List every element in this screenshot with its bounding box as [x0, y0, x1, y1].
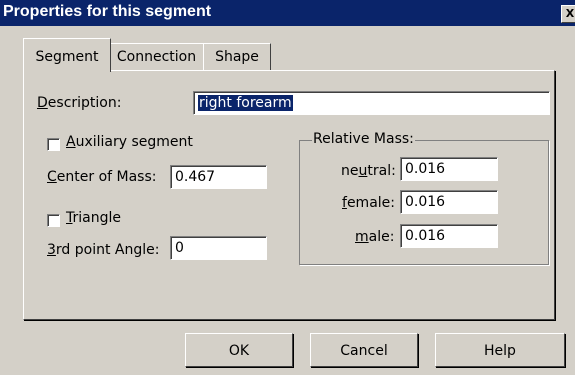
description-value: right forearm	[198, 95, 293, 111]
description-label: Description:	[37, 95, 122, 111]
male-mass-field[interactable]: 0.016	[400, 224, 498, 248]
female-label: female:	[342, 195, 395, 211]
tab-segment[interactable]: Segment	[23, 38, 111, 72]
male-label: male:	[355, 229, 395, 245]
female-mass-field[interactable]: 0.016	[400, 190, 498, 214]
neutral-mass-field[interactable]: 0.016	[400, 157, 498, 181]
center-of-mass-field[interactable]: 0.467	[170, 165, 267, 189]
cancel-button[interactable]: Cancel	[310, 333, 418, 367]
third-point-angle-field[interactable]: 0	[170, 236, 267, 260]
auxiliary-segment-checkbox[interactable]	[47, 138, 60, 151]
third-point-angle-label: 3rd point Angle:	[47, 242, 160, 258]
close-icon[interactable]: X	[561, 5, 575, 23]
neutral-label: neutral:	[341, 163, 396, 179]
window-title: Properties for this segment	[3, 3, 212, 20]
tab-shape[interactable]: Shape	[203, 43, 271, 71]
tab-connection[interactable]: Connection	[109, 43, 204, 71]
description-field[interactable]: right forearm	[193, 91, 550, 115]
auxiliary-segment-label: Auxiliary segment	[66, 134, 193, 150]
triangle-label: Triangle	[66, 210, 121, 226]
center-of-mass-label: Center of Mass:	[47, 169, 157, 185]
help-button[interactable]: Help	[435, 333, 565, 367]
triangle-checkbox[interactable]	[47, 214, 60, 227]
title-bar[interactable]: Properties for this segment X	[0, 0, 575, 26]
ok-button[interactable]: OK	[185, 333, 293, 367]
relative-mass-legend: Relative Mass:	[312, 131, 415, 147]
